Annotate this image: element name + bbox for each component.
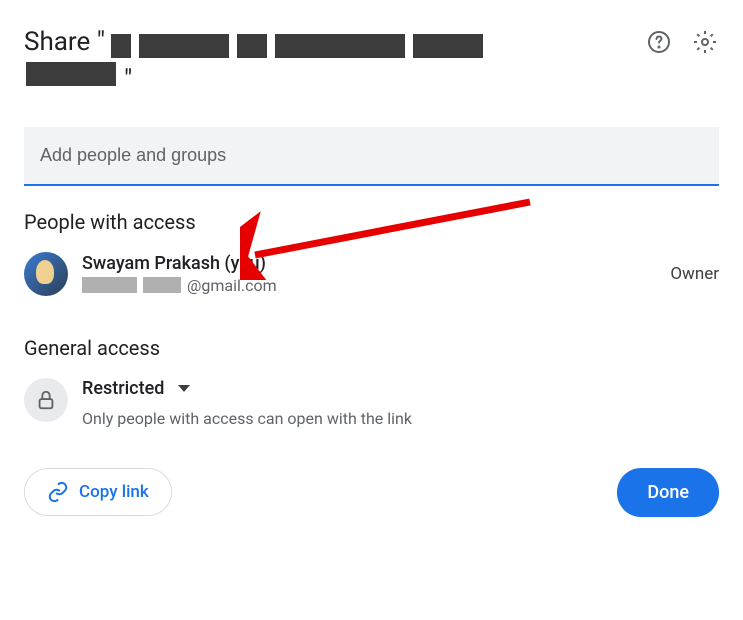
person-role: Owner xyxy=(670,264,719,284)
title-prefix: Share " xyxy=(24,27,105,57)
redacted-text xyxy=(82,277,137,293)
redacted-text xyxy=(413,34,483,58)
person-row: Swayam Prakash (you) @gmail.com Owner xyxy=(24,252,719,296)
link-icon xyxy=(47,481,69,503)
redacted-text xyxy=(26,62,116,86)
gear-icon xyxy=(693,30,717,54)
avatar xyxy=(24,252,68,296)
add-people-input[interactable] xyxy=(24,127,719,186)
title-suffix: " xyxy=(124,62,132,98)
access-level-dropdown[interactable]: Restricted xyxy=(82,378,412,399)
person-name: Swayam Prakash (you) xyxy=(82,253,670,274)
settings-button[interactable] xyxy=(691,28,719,56)
redacted-text xyxy=(275,34,405,58)
redacted-text xyxy=(143,277,181,293)
email-domain: @gmail.com xyxy=(187,276,277,295)
dialog-title: Share " " xyxy=(24,24,645,99)
access-level-label: Restricted xyxy=(82,378,164,399)
general-access-heading: General access xyxy=(24,336,719,360)
lock-icon xyxy=(35,389,57,411)
done-button[interactable]: Done xyxy=(617,468,719,517)
copy-link-label: Copy link xyxy=(79,482,149,502)
restricted-icon-circle xyxy=(24,378,68,422)
redacted-text xyxy=(111,34,131,58)
help-button[interactable] xyxy=(645,28,673,56)
people-with-access-heading: People with access xyxy=(24,210,719,234)
person-email: @gmail.com xyxy=(82,276,670,295)
redacted-text xyxy=(139,34,229,58)
copy-link-button[interactable]: Copy link xyxy=(24,468,172,516)
help-icon xyxy=(647,30,671,54)
redacted-text xyxy=(237,34,267,58)
chevron-down-icon xyxy=(178,385,190,392)
access-level-description: Only people with access can open with th… xyxy=(82,409,412,428)
